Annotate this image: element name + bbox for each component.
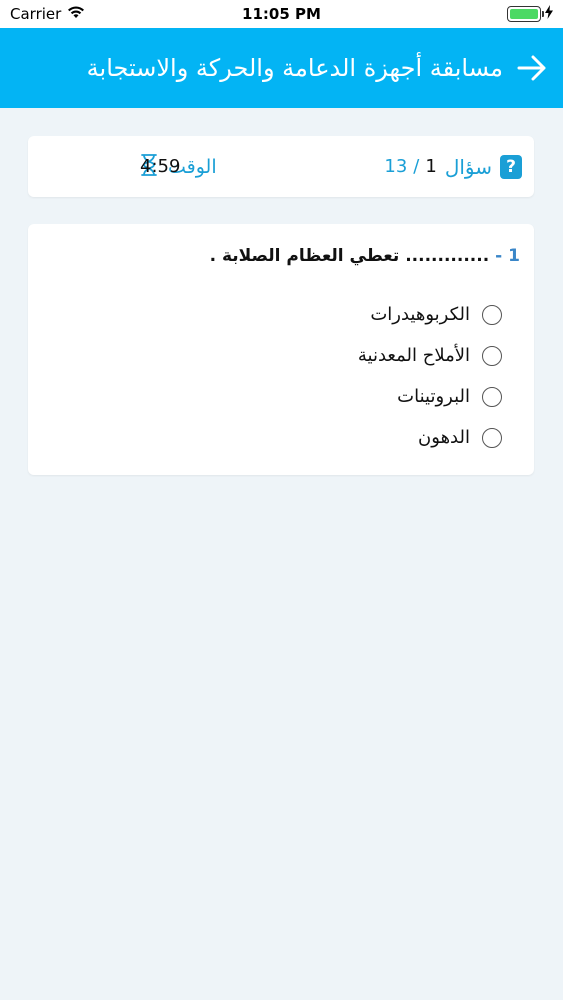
question-prompt: 1 - ............. تعطي العظام الصلابة .: [210, 246, 520, 266]
app-header: مسابقة أجهزة الدعامة والحركة والاستجابة: [0, 28, 563, 108]
question-current: 1: [425, 156, 437, 177]
radio-button[interactable]: [482, 427, 502, 448]
arrow-right-icon: [517, 55, 546, 81]
question-card: 1 - ............. تعطي العظام الصلابة . …: [28, 224, 534, 475]
question-body: ............. تعطي العظام الصلابة .: [209, 246, 490, 266]
wifi-icon: [67, 5, 85, 23]
battery-icon: [507, 6, 544, 22]
quiz-info-card: الوقت 4:59 13 / 1 سؤال ?: [28, 136, 534, 197]
answer-option[interactable]: البروتينات: [358, 376, 502, 417]
answer-option-label: الكربوهيدرات: [370, 304, 470, 325]
answer-option-label: الأملاح المعدنية: [357, 345, 470, 366]
question-label: سؤال: [444, 154, 492, 179]
answer-option[interactable]: الأملاح المعدنية: [358, 335, 502, 376]
charging-bolt-icon: [545, 5, 553, 23]
back-button[interactable]: [517, 53, 547, 83]
answer-option[interactable]: الدهون: [358, 417, 502, 458]
radio-button[interactable]: [482, 386, 502, 407]
radio-button[interactable]: [482, 345, 502, 366]
question-progress: 13 / 1: [384, 156, 436, 177]
question-number: 1 -: [495, 246, 520, 266]
status-left: Carrier: [10, 5, 85, 23]
radio-button[interactable]: [482, 304, 502, 325]
status-bar: Carrier 11:05 PM: [0, 0, 563, 28]
answer-options: الكربوهيدرات الأملاح المعدنية البروتينات…: [358, 294, 502, 458]
answer-option-label: البروتينات: [397, 386, 470, 407]
status-right: [507, 5, 553, 23]
answer-option-label: الدهون: [418, 427, 470, 448]
page-title: مسابقة أجهزة الدعامة والحركة والاستجابة: [86, 54, 503, 82]
carrier-label: Carrier: [10, 5, 62, 23]
time-value: 4:59: [140, 156, 181, 177]
question-mark-icon: ?: [500, 154, 522, 179]
question-separator: /: [413, 156, 420, 177]
question-counter: 13 / 1 سؤال ?: [384, 136, 522, 197]
question-total: 13: [384, 156, 408, 177]
answer-option[interactable]: الكربوهيدرات: [358, 294, 502, 335]
